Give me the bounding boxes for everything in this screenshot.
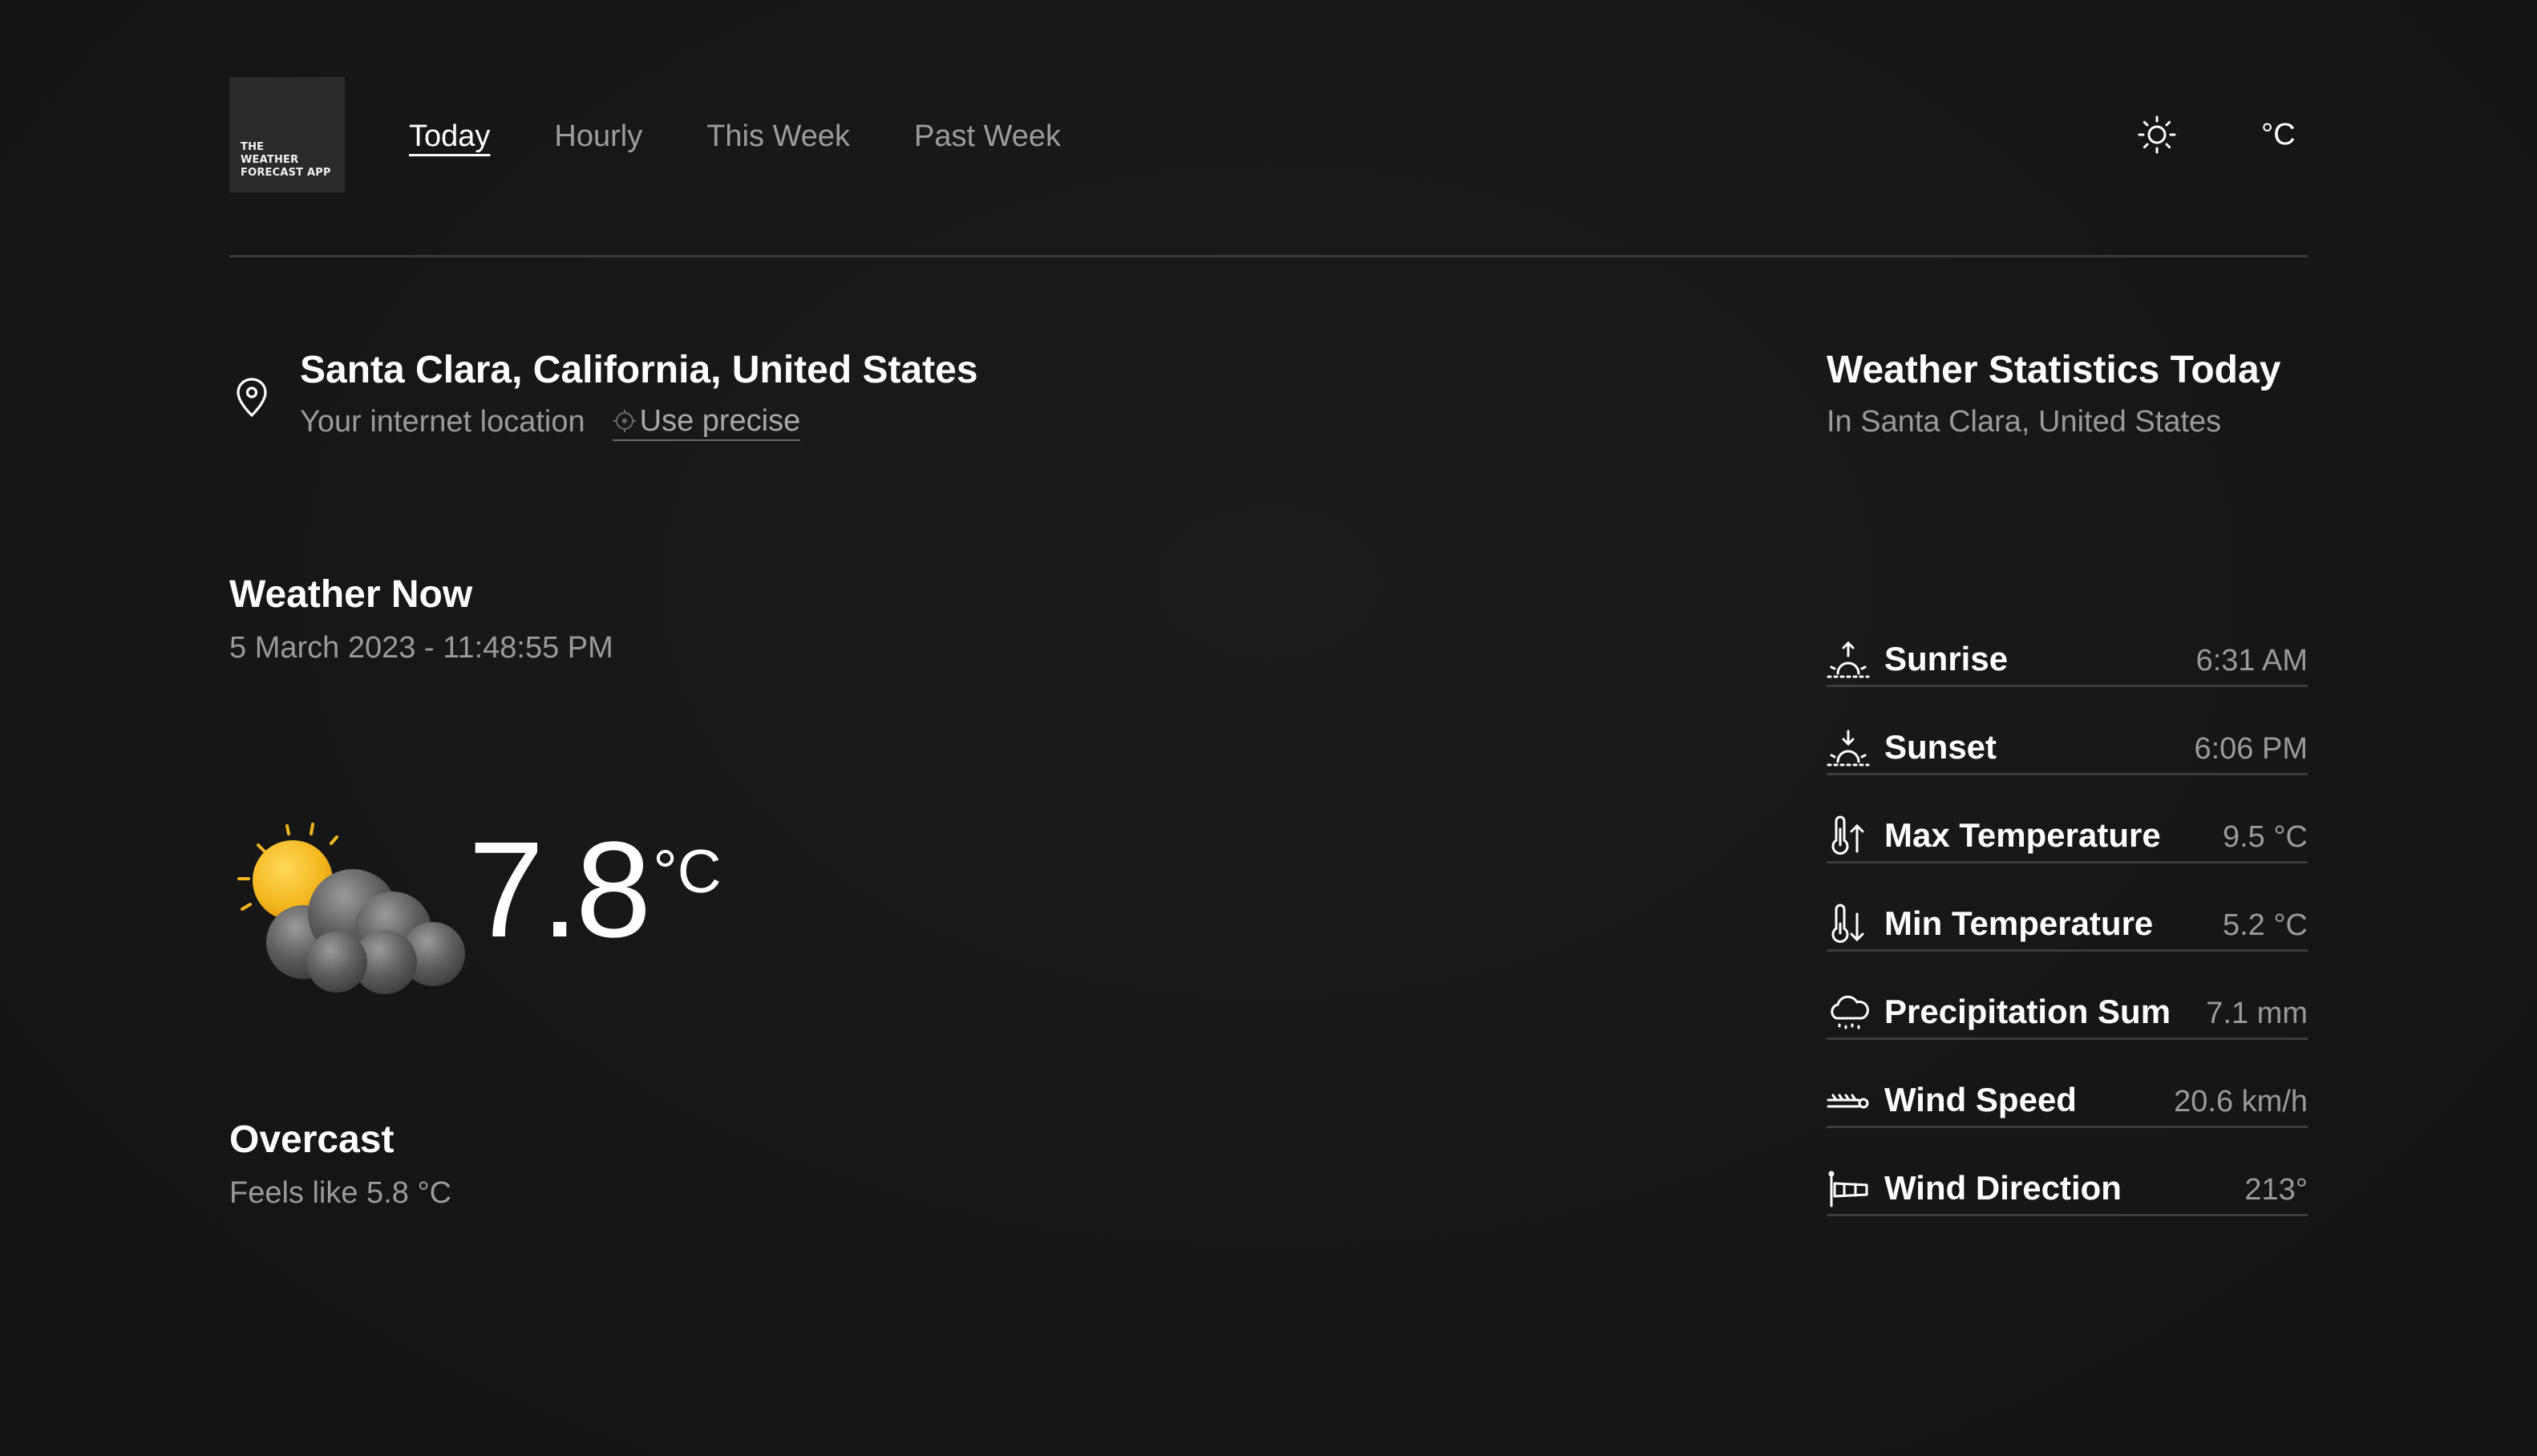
wind-icon <box>1827 1094 1869 1109</box>
feels-like: Feels like 5.8 °C <box>229 1176 452 1210</box>
tab-this-week[interactable]: This Week <box>706 112 850 160</box>
stat-row-min-temperature: Min Temperature 5.2 °C <box>1827 890 2308 978</box>
temperature-value: 7.8 <box>468 814 651 966</box>
sunset-icon <box>1827 730 1870 766</box>
stat-value-sunset: 6:06 PM <box>2194 732 2308 766</box>
weather-now-datetime: 5 March 2023 - 11:48:55 PM <box>229 631 613 665</box>
stat-label-wind-speed: Wind Speed <box>1884 1081 2077 1118</box>
windsock-icon <box>1828 1171 1868 1207</box>
stats-list: Sunrise 6:31 AM Sunset 6:06 PM Max Tempe… <box>1827 625 2308 1243</box>
crosshair-icon <box>613 410 636 432</box>
stat-divider <box>1827 773 2308 775</box>
stat-value-wind-speed: 20.6 km/h <box>2174 1085 2308 1118</box>
app-page: THE WEATHER FORECAST APP Today Hourly Th… <box>0 0 2537 1456</box>
stat-value-wind-direction: 213° <box>2244 1173 2308 1207</box>
unit-toggle-button[interactable]: °C <box>2261 112 2296 157</box>
stats-title: Weather Statistics Today <box>1827 349 2281 391</box>
stat-row-wind-direction: Wind Direction 213° <box>1827 1155 2308 1243</box>
app-logo[interactable]: THE WEATHER FORECAST APP <box>229 77 345 192</box>
stat-value-min-temperature: 5.2 °C <box>2222 908 2308 942</box>
stat-divider <box>1827 1037 2308 1040</box>
map-pin-icon <box>237 378 267 418</box>
current-temperature: 7.8 °C <box>468 810 722 970</box>
header-divider <box>229 255 2308 257</box>
stat-divider <box>1827 949 2308 952</box>
stat-label-max-temperature: Max Temperature <box>1884 816 2161 854</box>
temperature-unit: °C <box>653 838 722 906</box>
stat-row-wind-speed: Wind Speed 20.6 km/h <box>1827 1066 2308 1155</box>
theme-toggle-button[interactable] <box>2136 114 2178 156</box>
thermometer-up-icon <box>1831 815 1864 855</box>
stat-divider <box>1827 1214 2308 1216</box>
stats-subtitle: In Santa Clara, United States <box>1827 405 2222 439</box>
stat-row-max-temperature: Max Temperature 9.5 °C <box>1827 802 2308 890</box>
sun-icon <box>2138 115 2176 154</box>
sunrise-icon <box>1827 641 1870 678</box>
stat-row-sunrise: Sunrise 6:31 AM <box>1827 625 2308 714</box>
stat-label-precipitation-sum: Precipitation Sum <box>1884 993 2171 1030</box>
location-source: Your internet location Use precise <box>300 401 801 443</box>
weather-condition: Overcast <box>229 1118 395 1161</box>
stat-label-wind-direction: Wind Direction <box>1884 1169 2122 1207</box>
location-source-label: Your internet location <box>300 405 585 439</box>
stat-value-precipitation-sum: 7.1 mm <box>2206 997 2308 1030</box>
stat-label-sunset: Sunset <box>1884 728 1997 766</box>
stat-divider <box>1827 1126 2308 1128</box>
stat-divider <box>1827 685 2308 687</box>
app-logo-text: THE WEATHER FORECAST APP <box>241 141 331 179</box>
stat-label-min-temperature: Min Temperature <box>1884 904 2154 942</box>
weather-now-title: Weather Now <box>229 573 473 616</box>
stat-label-sunrise: Sunrise <box>1884 640 2009 677</box>
stat-row-precipitation-sum: Precipitation Sum 7.1 mm <box>1827 978 2308 1066</box>
stat-row-sunset: Sunset 6:06 PM <box>1827 714 2308 802</box>
thermometer-down-icon <box>1831 904 1864 943</box>
stat-value-sunrise: 6:31 AM <box>2195 644 2308 677</box>
rain-cloud-icon <box>1831 995 1869 1029</box>
stat-value-max-temperature: 9.5 °C <box>2222 820 2308 854</box>
use-precise-label: Use precise <box>639 404 801 438</box>
tab-hourly[interactable]: Hourly <box>554 112 642 160</box>
location-name: Santa Clara, California, United States <box>300 349 978 391</box>
use-precise-button[interactable]: Use precise <box>612 402 801 441</box>
tab-today[interactable]: Today <box>409 112 490 160</box>
stat-divider <box>1827 861 2308 863</box>
main-nav: Today Hourly This Week Past Week <box>409 112 1125 160</box>
tab-past-week[interactable]: Past Week <box>914 112 1061 160</box>
partly-cloudy-icon <box>237 823 465 994</box>
